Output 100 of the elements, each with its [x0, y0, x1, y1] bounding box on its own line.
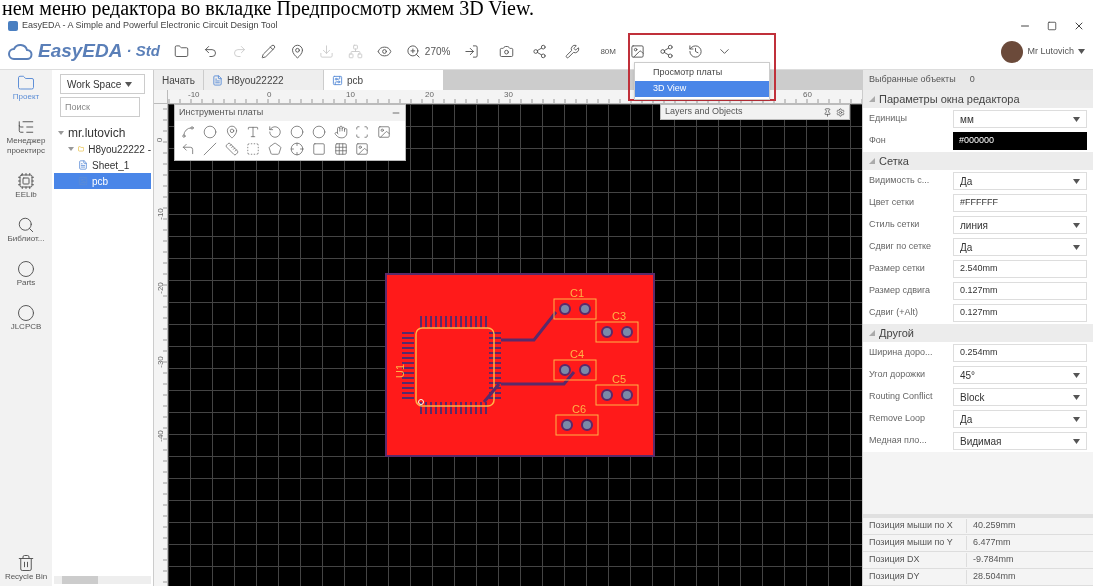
board-tool-icon[interactable]: [333, 142, 348, 156]
property-select[interactable]: мм: [953, 110, 1087, 128]
expanded-triangle-icon[interactable]: [869, 96, 875, 102]
expanded-caret-icon[interactable]: [68, 147, 74, 151]
share-icon[interactable]: [532, 44, 548, 59]
rail-button[interactable]: EELib: [1, 172, 51, 200]
close-icon[interactable]: [1073, 20, 1085, 32]
caret-icon[interactable]: [1073, 222, 1080, 228]
pcb-canvas[interactable]: Инструменты платы Layers and Objects U1 C1 C3 C4 C5 C6: [168, 104, 862, 586]
board-tool-icon[interactable]: [224, 142, 239, 156]
property-field[interactable]: 0.127mm: [953, 304, 1087, 322]
settings-icon[interactable]: [836, 107, 845, 117]
property-select[interactable]: Видимая: [953, 432, 1087, 450]
board-tool-icon[interactable]: [246, 125, 261, 139]
property-select[interactable]: линия: [953, 216, 1087, 234]
avatar[interactable]: [1001, 40, 1024, 63]
search-field[interactable]: Поиск: [60, 97, 140, 117]
horizontal-scrollbar[interactable]: [54, 576, 151, 584]
caret-icon[interactable]: [125, 81, 133, 87]
undo-icon[interactable]: [202, 44, 218, 59]
share-icon[interactable]: [658, 44, 674, 59]
folder-icon[interactable]: [173, 44, 189, 59]
pin-icon[interactable]: [289, 44, 305, 59]
board-tool-icon[interactable]: [181, 142, 195, 156]
pin-icon[interactable]: [823, 107, 832, 117]
caret-icon[interactable]: [1073, 178, 1080, 184]
rail-icon[interactable]: [17, 216, 35, 234]
tree-item[interactable]: pcb: [54, 173, 151, 189]
tree-item[interactable]: Sheet_1: [54, 157, 151, 173]
property-select[interactable]: Block: [953, 388, 1087, 406]
board-tool-icon[interactable]: [224, 125, 239, 139]
designator-label: C1: [570, 287, 585, 299]
board-tool-icon[interactable]: [290, 142, 304, 156]
property-select[interactable]: Да: [953, 238, 1087, 256]
export-icon[interactable]: [464, 44, 480, 59]
property-select[interactable]: Да: [953, 172, 1087, 190]
camera-icon[interactable]: [499, 44, 515, 59]
zoom-icon[interactable]: [405, 44, 421, 59]
menu-item[interactable]: 3D View: [635, 81, 769, 97]
rail-icon[interactable]: [17, 172, 35, 190]
tree-item[interactable]: mr.lutovich: [54, 125, 151, 141]
menu-item[interactable]: Просмотр платы: [635, 65, 769, 81]
board-tool-icon[interactable]: [268, 125, 283, 139]
color-field[interactable]: #000000: [953, 132, 1087, 150]
board-tool-icon[interactable]: [311, 142, 326, 156]
wrench-icon[interactable]: [565, 44, 581, 59]
rail-button[interactable]: Менеджер проектирс: [1, 118, 51, 156]
property-field[interactable]: 2.540mm: [953, 260, 1087, 278]
expanded-triangle-icon[interactable]: [869, 158, 875, 164]
maximize-icon[interactable]: [1047, 21, 1057, 31]
designator-label: C6: [572, 403, 587, 415]
caret-icon[interactable]: [1073, 394, 1080, 400]
image-icon[interactable]: [629, 44, 645, 59]
section-header[interactable]: Параметры окна редактора: [863, 90, 1093, 108]
rail-button[interactable]: JLCPCB: [1, 304, 51, 332]
property-select[interactable]: Да: [953, 410, 1087, 428]
board-tool-icon[interactable]: [246, 142, 261, 156]
rail-button[interactable]: Parts: [1, 260, 51, 288]
property-field[interactable]: #FFFFFF: [953, 194, 1087, 212]
section-header[interactable]: Сетка: [863, 152, 1093, 170]
property-field[interactable]: 0.254mm: [953, 344, 1087, 362]
editor-tab[interactable]: Начать: [154, 70, 204, 90]
zoom-level[interactable]: 270%: [424, 44, 451, 59]
property-field[interactable]: 0.127mm: [953, 282, 1087, 300]
rail-button[interactable]: Recycle Bin: [1, 554, 51, 582]
rail-icon[interactable]: [17, 304, 35, 322]
property-select[interactable]: 45°: [953, 366, 1087, 384]
board-tool-icon[interactable]: [311, 125, 326, 139]
caret-icon[interactable]: [1073, 116, 1080, 122]
section-header[interactable]: Другой: [863, 324, 1093, 342]
board-tool-icon[interactable]: [377, 125, 392, 139]
rail-icon[interactable]: [17, 74, 35, 92]
board-tool-icon[interactable]: [202, 125, 217, 139]
rail-icon[interactable]: [17, 554, 35, 572]
board-tool-icon[interactable]: [202, 142, 217, 156]
tree-item[interactable]: H8you22222 -: [54, 141, 151, 157]
expanded-triangle-icon[interactable]: [869, 330, 875, 336]
board-tool-icon[interactable]: [355, 142, 370, 156]
rail-icon[interactable]: [17, 260, 35, 278]
caret-icon[interactable]: [1078, 49, 1085, 54]
editor-tab[interactable]: H8you22222: [203, 70, 324, 90]
workspace-select[interactable]: Work Space: [60, 74, 145, 94]
rail-icon[interactable]: [17, 118, 35, 136]
board-tool-icon[interactable]: [290, 125, 304, 139]
rail-button[interactable]: Библиот...: [1, 216, 51, 244]
editor-tab[interactable]: pcb: [323, 70, 444, 90]
pencil-icon[interactable]: [260, 44, 276, 59]
caret-icon[interactable]: [1073, 416, 1080, 422]
folder-icon: [78, 144, 85, 154]
board-tool-icon[interactable]: [268, 142, 283, 156]
user-menu[interactable]: Mr Lutovich: [1027, 44, 1074, 59]
caret-icon[interactable]: [1073, 438, 1080, 444]
expanded-caret-icon[interactable]: [58, 131, 64, 135]
board-tool-icon[interactable]: [333, 125, 348, 139]
board-tool-icon[interactable]: [355, 125, 370, 139]
history-icon[interactable]: [687, 44, 703, 59]
eye-icon[interactable]: [376, 44, 392, 59]
board-tool-icon[interactable]: [181, 125, 195, 139]
caret-icon[interactable]: [1073, 244, 1080, 250]
caret-icon[interactable]: [1073, 372, 1080, 378]
